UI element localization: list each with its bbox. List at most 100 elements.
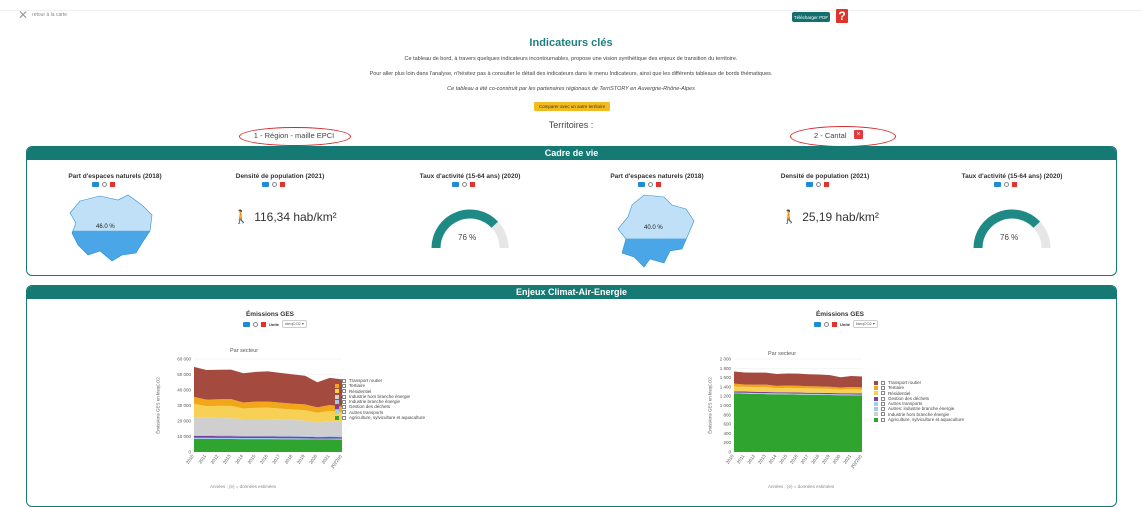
nat-space-value-1: 46.0 % [96,224,115,230]
unit-label-1: Unité [269,321,279,327]
legend-item[interactable]: Agriculture, sylviculture et aquaculture [874,417,964,422]
y-tick-label: 60 000 [177,357,191,362]
info-badge-icon[interactable] [452,182,459,187]
info-badge-icon[interactable] [994,182,1001,187]
page-title: Indicateurs clés [529,37,613,49]
legend-checkbox[interactable] [342,389,346,394]
info-badge-icon[interactable] [814,321,821,327]
search-icon[interactable] [272,182,277,187]
legend-swatch [874,380,878,385]
search-icon[interactable] [648,182,653,187]
y-tick-label: 1 200 [720,394,732,399]
search-icon[interactable] [102,182,107,187]
remove-territory-button[interactable]: × [854,130,863,139]
section-cadre-de-vie: Cadre de vie [26,146,1117,276]
intro-text-3: Ce tableau a été co-construit par les pa… [447,86,695,92]
legend-checkbox[interactable] [342,410,346,415]
unit-select-value-1: kteqCO2 [285,321,301,326]
search-icon[interactable] [824,321,829,327]
legend-item[interactable]: Agriculture, sylviculture et aquaculture [335,415,425,420]
density-value-2: 25,19 hab/km² [802,210,879,224]
x-tick-label: 2014 [768,453,778,464]
y-tick-label: 30 000 [177,403,191,408]
indicator-tools-5 [806,182,829,187]
legend-checkbox[interactable] [342,394,346,399]
legend-checkbox[interactable] [881,401,885,406]
alert-icon[interactable] [1012,182,1017,187]
nat-space-title-1: Part d'espaces naturels (2018) [68,173,162,180]
legend-checkbox[interactable] [342,399,346,404]
activity-gauge-1 [431,209,509,249]
ges-xlabel-2: Années ; (e) = données estimées [768,484,835,489]
help-button[interactable]: ? [836,9,848,23]
legend-swatch [335,399,339,404]
legend-checkbox[interactable] [342,383,346,388]
legend-checkbox[interactable] [342,405,346,410]
alert-icon[interactable] [656,182,661,187]
download-pdf-button[interactable]: Télécharger PDF [792,12,830,22]
legend-checkbox[interactable] [342,415,346,420]
indicator-tools-2 [262,182,285,187]
section-climat-title: Enjeux Climat-Air-Energie [27,286,1116,299]
legend-checkbox[interactable] [881,380,885,385]
ges-tools-2: Unité kteqCO2 ▾ [814,320,878,328]
alert-icon[interactable] [470,182,475,187]
ges-tools-1: Unité kteqCO2 ▾ [243,320,307,328]
search-icon[interactable] [816,182,821,187]
x-tick-label: 2022(e) [850,453,863,469]
search-icon[interactable] [462,182,467,187]
search-icon[interactable] [1004,182,1009,187]
legend-checkbox[interactable] [881,385,885,390]
activity-gauge-2 [973,209,1051,249]
unit-select-2[interactable]: kteqCO2 ▾ [853,320,878,328]
info-badge-icon[interactable] [243,321,250,327]
legend-swatch [335,378,339,383]
unit-select-1[interactable]: kteqCO2 ▾ [282,320,307,328]
alert-icon[interactable] [280,182,285,187]
info-badge-icon[interactable] [262,182,269,187]
y-tick-label: 10 000 [177,434,191,439]
back-label: retour à la carte [32,12,68,18]
legend-checkbox[interactable] [881,391,885,396]
x-tick-label: 2020 [832,453,842,464]
x-tick-label: 2010 [725,453,735,464]
y-tick-label: 600 [723,422,731,427]
x-tick-label: 2015 [247,453,257,464]
legend-checkbox[interactable] [881,417,885,422]
ges-title-2: Émissions GES [815,311,865,318]
walking-person-icon: 🚶 [781,209,798,224]
legend-swatch [874,396,878,401]
legend-checkbox[interactable] [881,407,885,412]
y-tick-label: 1 000 [720,403,732,408]
alert-icon[interactable] [261,321,266,327]
territory-1-label[interactable]: 1 - Région - maille EPCI [239,131,349,140]
y-tick-label: 400 [723,431,731,436]
territory-2-label[interactable]: 2 - Cantal [814,131,847,140]
alert-icon[interactable] [110,182,115,187]
legend-checkbox[interactable] [881,396,885,401]
x-tick-label: 2016 [789,453,799,464]
alert-icon[interactable] [824,182,829,187]
info-badge-icon[interactable] [806,182,813,187]
x-tick-label: 2016 [259,453,269,464]
back-to-map-link[interactable]: ✕ retour à la carte [18,9,68,21]
intro-text-2: Pour aller plus loin dans l'analyse, n'h… [369,71,773,77]
compare-territory-button[interactable]: Comparer avec un autre territoire [534,102,610,111]
info-badge-icon[interactable] [638,182,645,187]
search-icon[interactable] [253,321,258,327]
y-tick-label: 50 000 [177,372,191,377]
density-title-2: Densité de population (2021) [780,173,870,180]
y-tick-label: 1 400 [720,384,732,389]
legend-swatch [335,410,339,415]
nat-space-title-2: Part d'espaces naturels (2018) [610,173,704,180]
y-tick-label: 20 000 [177,419,191,424]
info-badge-icon[interactable] [92,182,99,187]
legend-checkbox[interactable] [881,412,885,417]
x-tick-label: 2012 [210,453,220,464]
activity-title-2: Taux d'activité (15-64 ans) (2020) [961,173,1063,180]
alert-icon[interactable] [832,321,837,327]
area-series[interactable] [194,438,342,452]
area-series[interactable] [734,393,862,452]
legend-checkbox[interactable] [342,378,346,383]
x-tick-label: 2011 [736,453,746,464]
